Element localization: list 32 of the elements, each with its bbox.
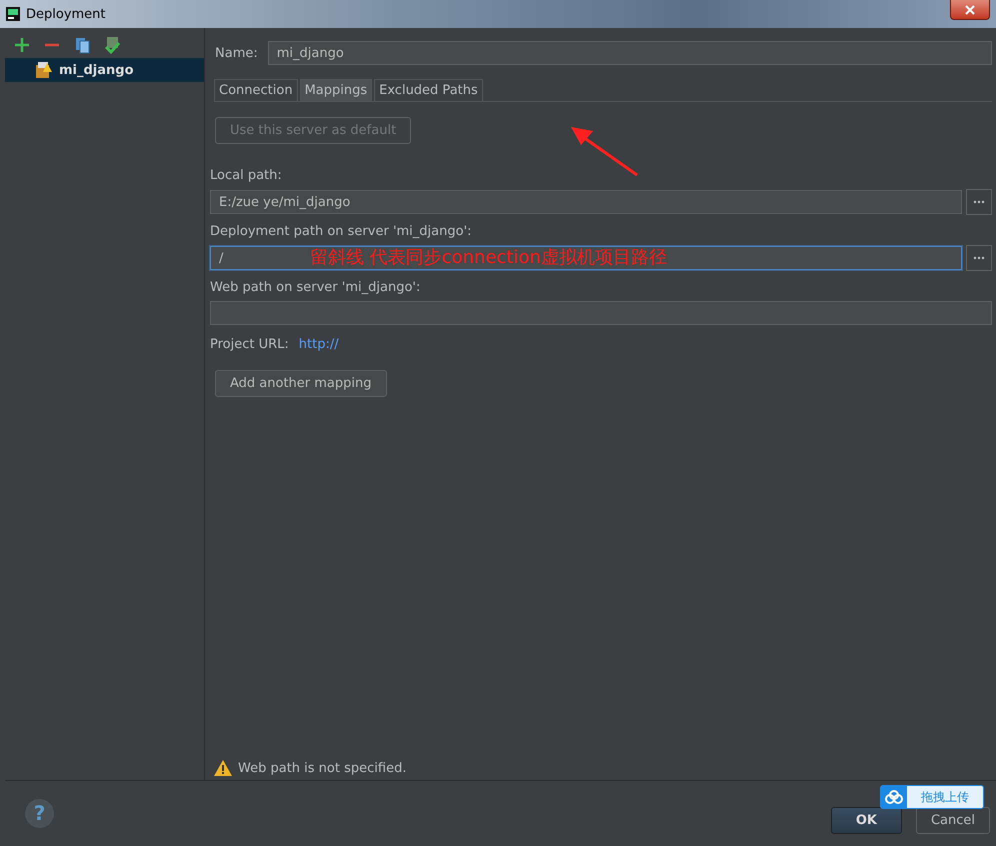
- name-field[interactable]: mi_django: [268, 41, 992, 65]
- tab[interactable]: Connection: [214, 79, 298, 101]
- project-url-label: Project URL:: [210, 337, 289, 352]
- window-title: Deployment: [26, 6, 106, 22]
- copy-icon[interactable]: [73, 36, 91, 54]
- server-item[interactable]: mi_django: [5, 58, 204, 82]
- help-button[interactable]: ?: [25, 798, 54, 828]
- path-field[interactable]: [210, 301, 992, 325]
- cancel-button[interactable]: Cancel: [916, 806, 990, 834]
- close-icon[interactable]: [965, 4, 975, 14]
- app-icon: [6, 7, 20, 21]
- ok-button[interactable]: OK: [830, 806, 902, 834]
- field-label: Deployment path on server 'mi_django':: [210, 224, 473, 239]
- close-button[interactable]: [950, 0, 990, 20]
- tab[interactable]: Excluded Paths: [374, 79, 483, 101]
- tab[interactable]: Mappings: [300, 79, 372, 101]
- server-icon: [35, 61, 53, 79]
- check-icon[interactable]: [103, 36, 121, 54]
- field-label: Web path on server 'mi_django':: [210, 280, 422, 295]
- annotation-text: 留斜线 代表同步connection虚拟机项目路径: [310, 247, 667, 269]
- warning-text: Web path is not specified.: [238, 760, 406, 776]
- add-mapping-button[interactable]: Add another mapping: [215, 370, 387, 397]
- add-icon[interactable]: [13, 36, 31, 54]
- path-field[interactable]: E:/zue ye/mi_django: [210, 190, 962, 214]
- field-label: Local path:: [210, 168, 283, 183]
- name-label: Name:: [215, 46, 258, 60]
- ellipsis-icon: [973, 256, 985, 260]
- project-url-link[interactable]: http://: [298, 337, 339, 352]
- cloud-icon: [885, 790, 903, 804]
- upload-tooltip[interactable]: 拖拽上传: [880, 785, 984, 809]
- ellipsis-icon: [973, 200, 985, 204]
- warning-icon: [214, 760, 232, 776]
